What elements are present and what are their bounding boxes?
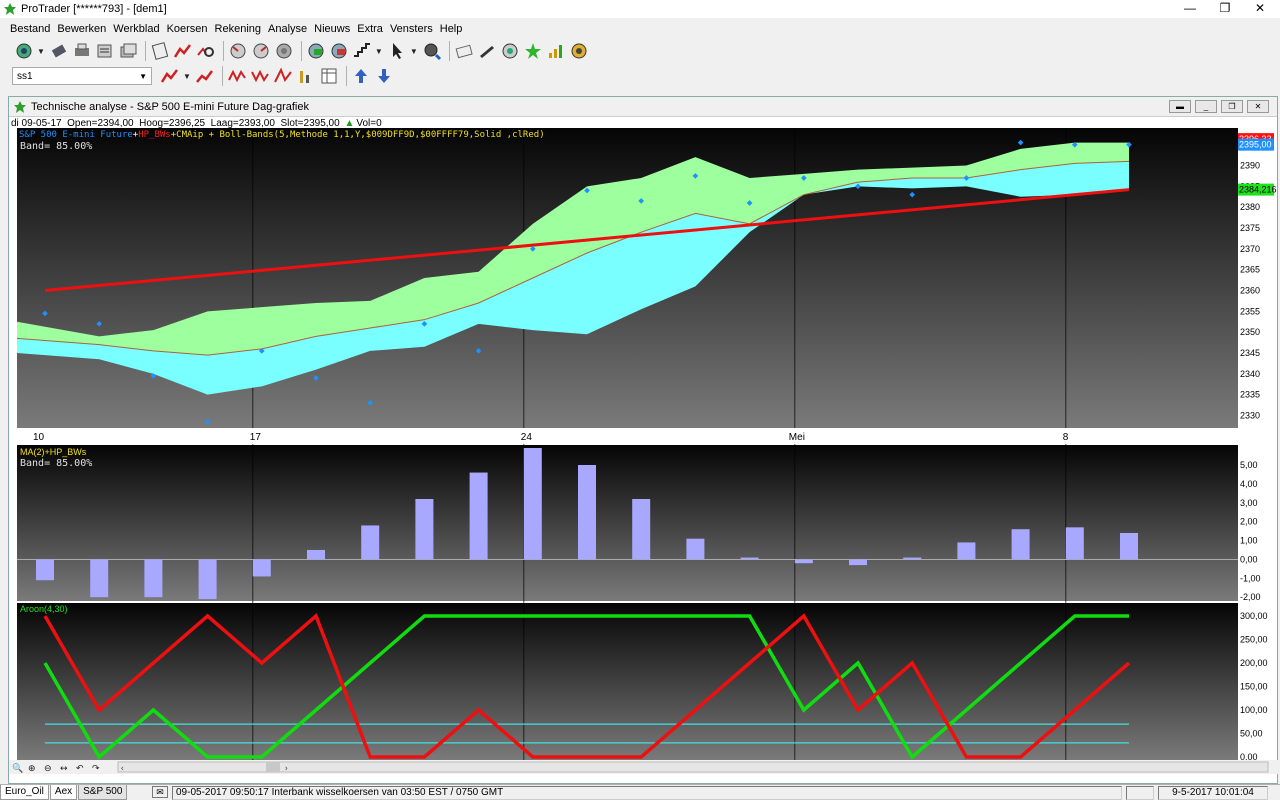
price-y-tick: 2350 [1240,327,1260,337]
price-tag: 2384,216 [1239,185,1277,195]
aroon-panel-bg [17,603,1238,760]
price-y-tick: 2345 [1240,348,1260,358]
pan-icon[interactable]: ↔ [60,764,68,774]
ma-y-tick: 5,00 [1240,460,1258,470]
chart-area[interactable]: 2390238523802375237023652360235523502345… [0,0,1280,784]
ma-bar [1120,533,1138,560]
aroon-y-tick: 50,00 [1240,729,1263,739]
status-bar: Euro_Oil Aex S&P 500 ✉ 09-05-2017 09:50:… [0,784,1280,800]
price-legend-part: HP_BWs [138,130,171,140]
zoom-icon[interactable]: 🔍 [12,762,23,774]
ma-legend: MA(2)+HP_BWs [20,447,87,457]
ma-bar [144,559,163,598]
price-legend: S&P 500 E-mini Future+HP_BWs+CMAip + Bol… [19,130,545,140]
ma-bar [523,448,542,560]
aroon-y-tick: 250,00 [1240,635,1268,645]
price-y-tick: 2375 [1240,223,1260,233]
aroon-y-tick: 100,00 [1240,705,1268,715]
ma-bar [1065,527,1084,560]
price-band-label: Band= 85.00% [20,141,92,152]
price-y-tick: 2335 [1240,390,1260,400]
ma-bar [740,557,759,560]
price-legend-part: +CMAip + Boll-Bands(5,Methode 1,1,Y,$009… [171,130,545,140]
aroon-y-tick: 300,00 [1240,611,1268,621]
price-y-tick: 2365 [1240,265,1260,275]
ma-y-tick: 1,00 [1240,536,1258,546]
status-datetime: 9-5-2017 10:01:04 [1158,786,1268,800]
ma-bar [794,559,813,564]
ma-bar [307,550,325,560]
date-axis-label: 17 [250,432,262,443]
scroll-right-icon[interactable]: › [285,764,288,773]
date-axis-label: Mei [789,432,805,443]
sheet-tab-euro-oil[interactable]: Euro_Oil [0,785,49,800]
ma-band-label: Band= 85.00% [20,458,92,469]
status-empty-field [1126,786,1154,800]
scroll-thumb[interactable] [266,762,280,772]
price-y-tick: 2360 [1240,286,1260,296]
ma-bar [578,465,596,560]
aroon-y-tick: 200,00 [1240,658,1268,668]
sheet-tab-sp500[interactable]: S&P 500 [78,785,128,800]
price-y-tick: 2340 [1240,369,1260,379]
aroon-legend: Aroon(4,30) [20,604,68,614]
price-y-tick: 2370 [1240,244,1260,254]
price-y-tick: 2380 [1240,202,1260,212]
date-axis-bg [17,428,1238,444]
ma-bar [415,499,434,560]
sheet-tab-aex[interactable]: Aex [49,785,78,800]
ma-bar [632,499,651,560]
message-icon[interactable]: ✉ [152,786,168,798]
ma-bar [903,557,922,560]
redo-icon[interactable]: ↷ [92,764,100,774]
ma-bar [469,472,488,560]
price-tag: 2395,00 [1239,140,1272,150]
ma-y-tick: 0,00 [1240,554,1258,564]
date-axis-label: 8 [1063,432,1069,443]
price-y-tick: 2355 [1240,306,1260,316]
aroon-y-tick: 150,00 [1240,682,1268,692]
ma-bar [90,559,109,598]
ma-y-tick: -1,00 [1240,573,1261,583]
undo-icon[interactable]: ↶ [76,764,84,774]
zoom-in-icon[interactable]: ⊕ [28,764,36,774]
scroll-left-icon[interactable]: ‹ [121,764,124,773]
price-axis-bg [1238,128,1274,428]
ma-y-tick: 4,00 [1240,479,1258,489]
ma-bar [36,559,54,581]
ma-y-tick: 2,00 [1240,517,1258,527]
price-legend-part: S&P 500 E-mini Future [19,130,133,140]
ma-bar [957,542,976,560]
zoom-out-icon[interactable]: ⊖ [44,764,52,774]
horizontal-scrollbar[interactable] [117,761,1269,773]
price-y-tick: 2330 [1240,411,1260,421]
ma-y-tick: 3,00 [1240,498,1258,508]
ma-y-tick: -2,00 [1240,592,1261,602]
price-y-tick: 2390 [1240,161,1260,171]
date-axis-label: 24 [521,432,533,443]
ma-bar [361,525,380,560]
status-message: 09-05-2017 09:50:17 Interbank wisselkoer… [172,786,1122,800]
date-axis-label: 10 [33,432,45,443]
ma-bar [849,559,867,566]
ma-bar [252,559,271,577]
ma-bar [1011,529,1030,560]
ma-bar [198,559,217,600]
ma-bar [686,538,705,560]
